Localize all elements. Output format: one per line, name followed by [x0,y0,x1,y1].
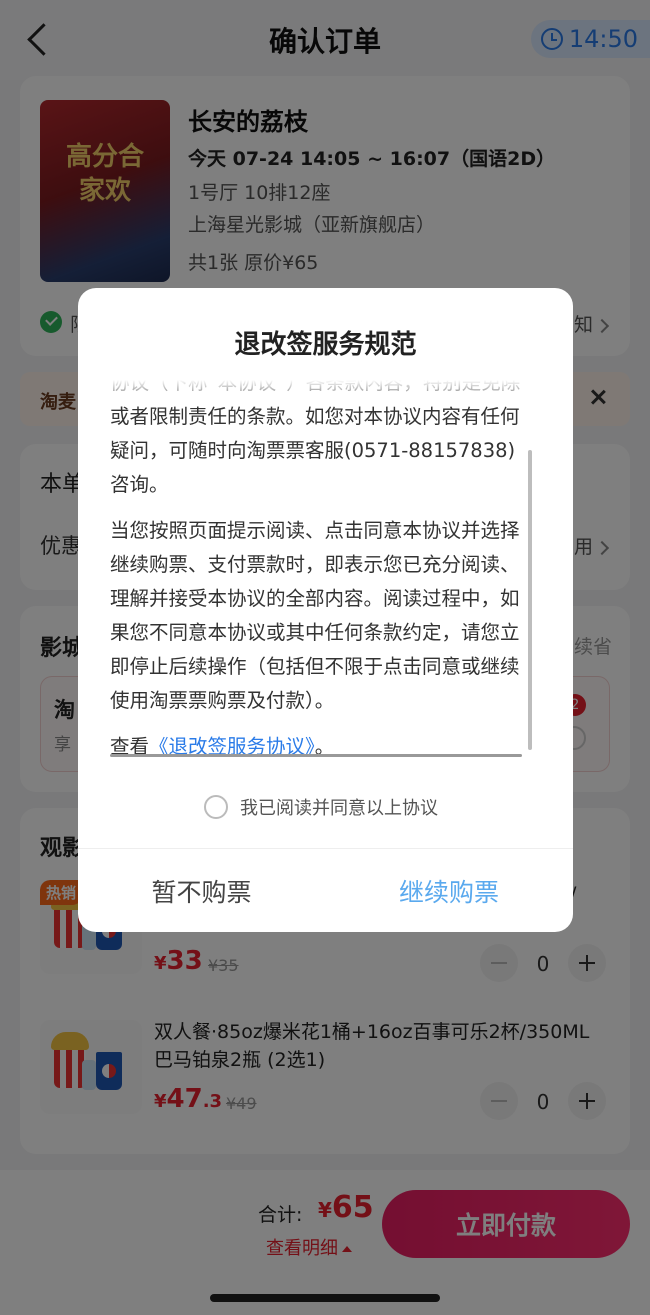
modal-scroll-content: 协议（下称“本协议”）各条款内容，特别是免除或者限制责任的条款。如您对本协议内容… [110,380,528,768]
cancel-purchase-button[interactable]: 暂不购票 [78,849,325,932]
modal-paragraph: 当您按照页面提示阅读、点击同意本协议并选择继续购票、支付票款时，即表示您已充分阅… [110,519,520,712]
scroll-fade [110,380,528,406]
home-indicator [210,1294,440,1302]
modal-view-line: 查看《退改签服务协议》。 [110,730,528,764]
agree-radio[interactable] [204,795,228,819]
agree-label: 我已阅读并同意以上协议 [240,798,438,819]
continue-purchase-button[interactable]: 继续购票 [325,849,573,932]
order-confirm-page: 确认订单 14:50 高分合家欢 长安的荔枝 今天 07-24 14:05 ~ … [0,0,650,1315]
vertical-scrollbar[interactable] [528,450,532,750]
modal-title: 退改签服务规范 [234,330,417,360]
agree-checkbox-row[interactable]: 我已阅读并同意以上协议 [204,794,438,820]
policy-modal: 退改签服务规范 协议（下称“本协议”）各条款内容，特别是免除或者限制责任的条款。… [78,288,573,932]
horizontal-scrollbar[interactable] [110,754,522,757]
modal-scroll-area[interactable]: 协议（下称“本协议”）各条款内容，特别是免除或者限制责任的条款。如您对本协议内容… [110,380,528,768]
